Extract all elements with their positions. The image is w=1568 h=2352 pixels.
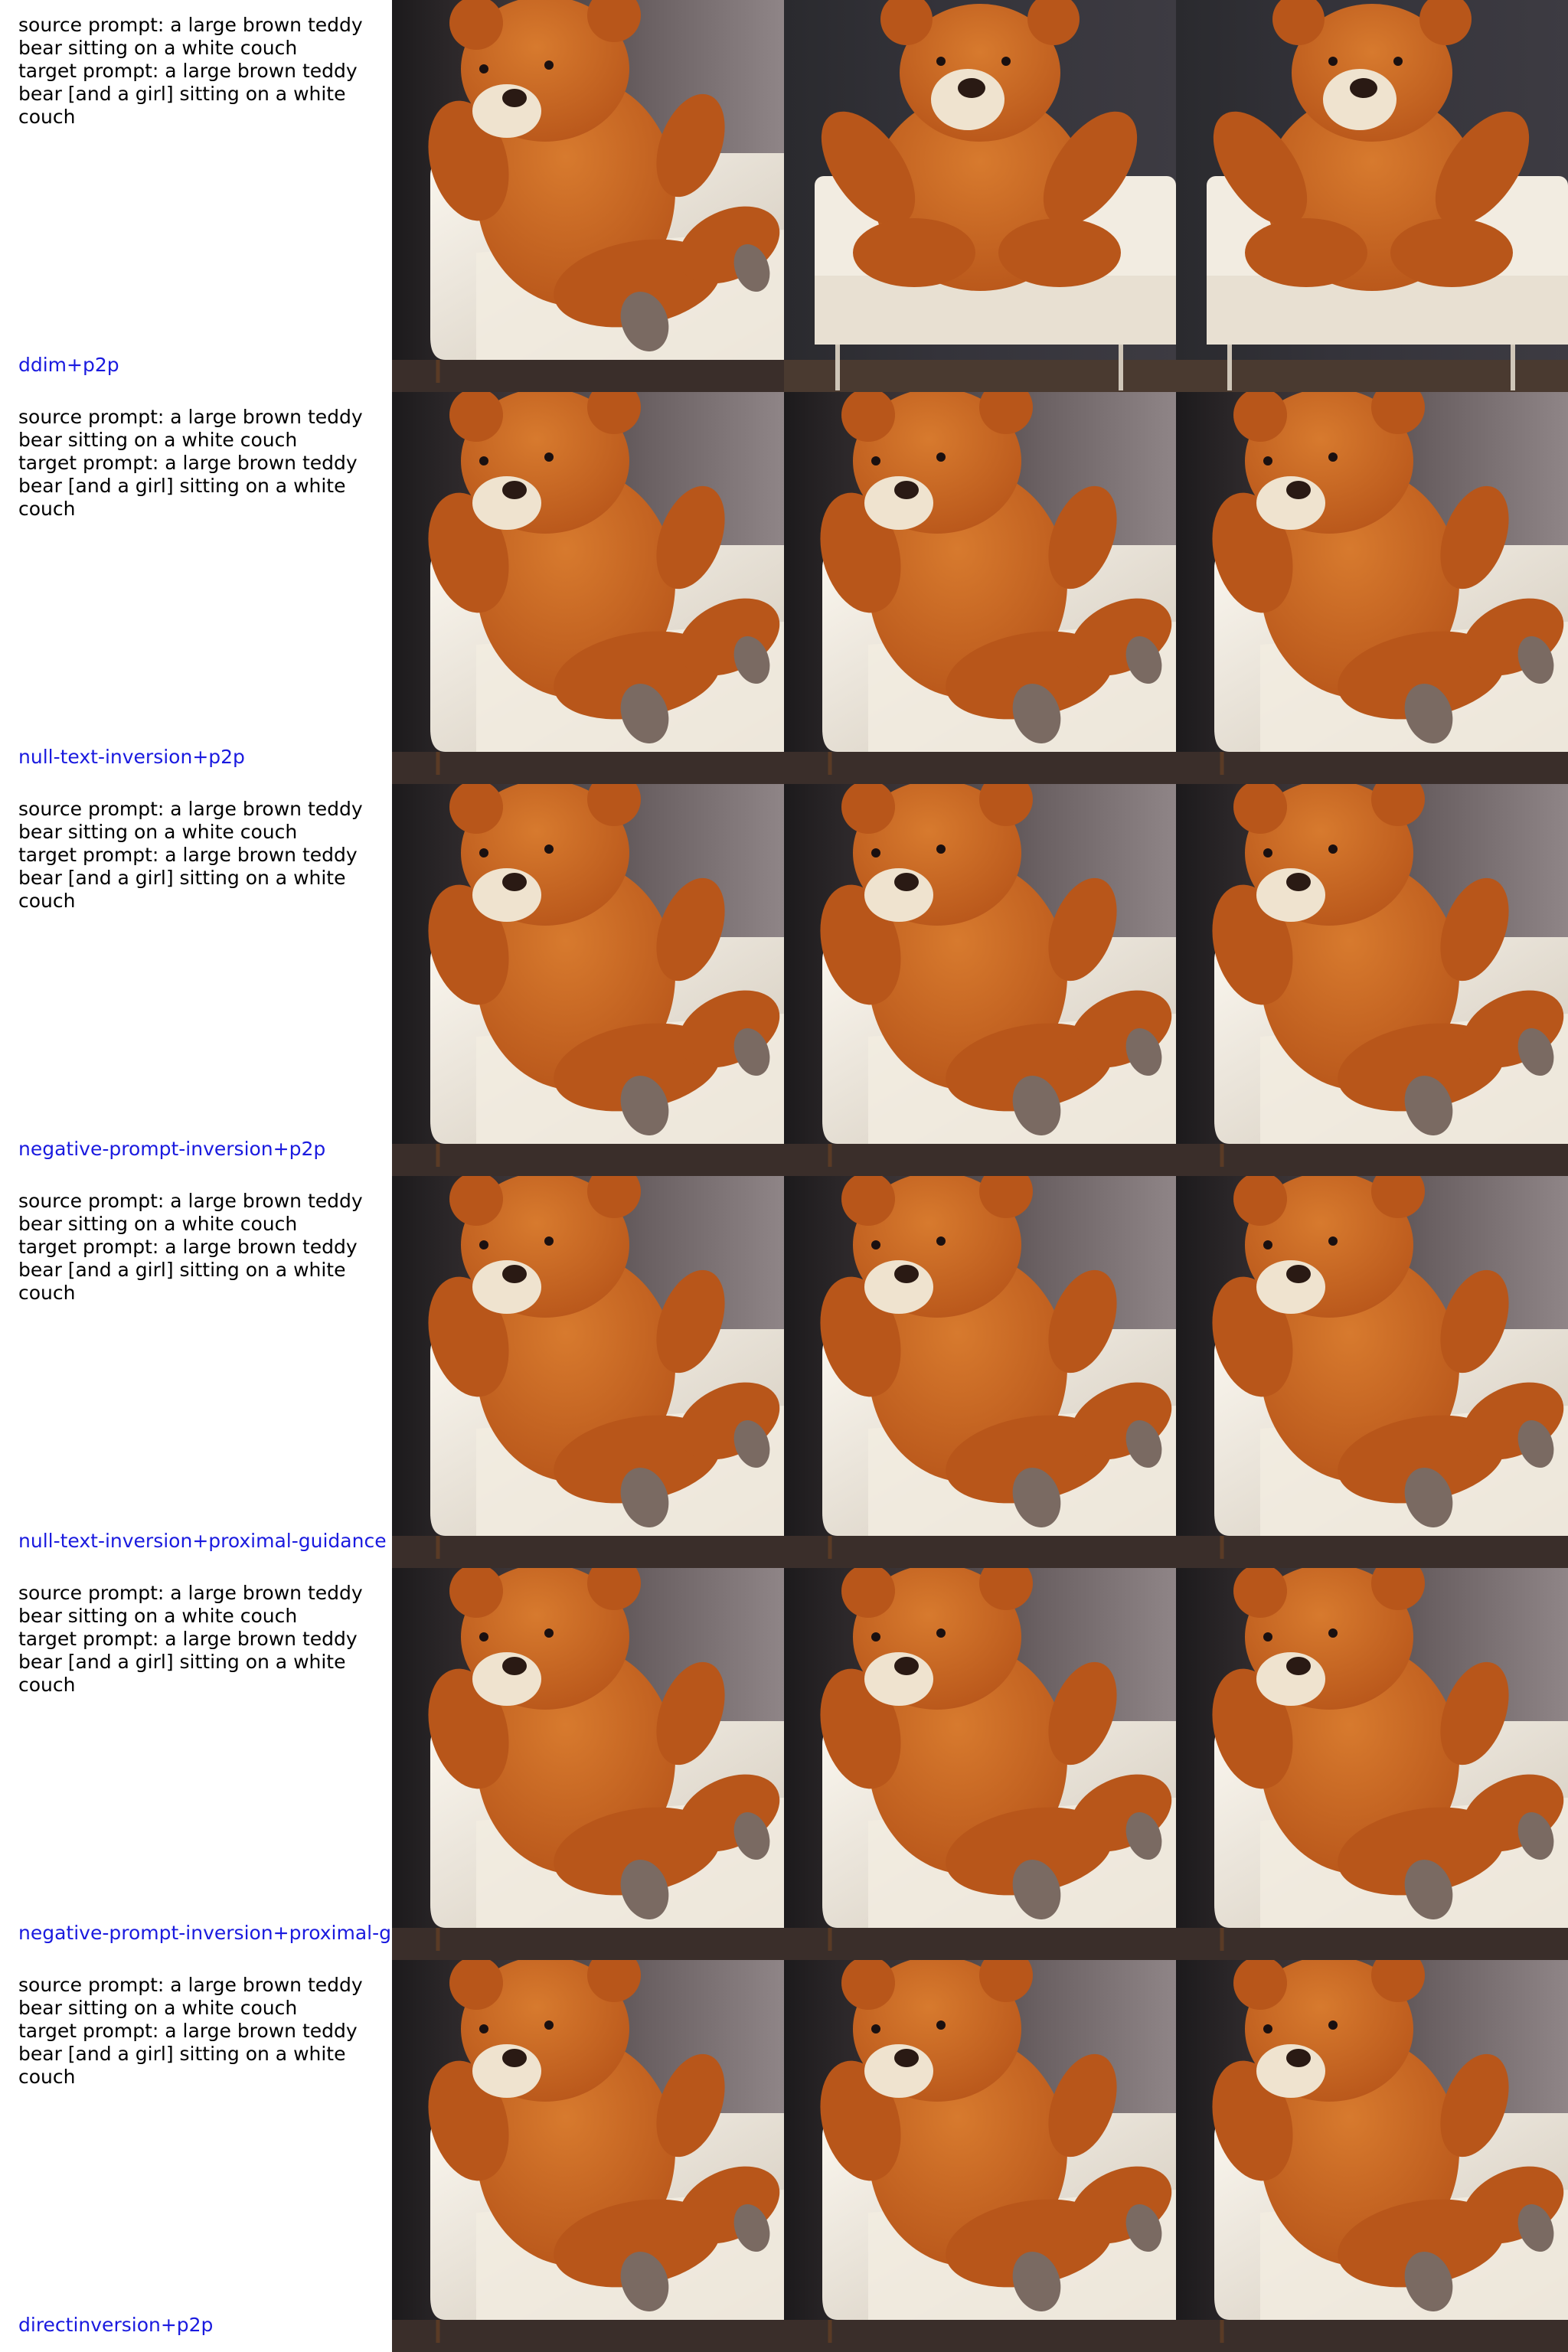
teddy-bear-on-couch-image	[784, 1960, 1176, 2352]
teddy-bear-on-couch-image	[392, 0, 784, 392]
teddy-bear-on-couch-image	[1176, 0, 1568, 392]
prompt-text: source prompt: a large brown teddy bear …	[18, 14, 363, 128]
row-label-cell: source prompt: a large brown teddy bear …	[0, 1568, 392, 1960]
prompt-text: source prompt: a large brown teddy bear …	[18, 1190, 363, 1304]
teddy-bear-on-couch-image	[392, 392, 784, 784]
row-label-cell: source prompt: a large brown teddy bear …	[0, 0, 392, 392]
comparison-grid: source prompt: a large brown teddy bear …	[0, 0, 1568, 2352]
teddy-bear-on-couch-image	[1176, 784, 1568, 1176]
teddy-bear-on-couch-image	[784, 392, 1176, 784]
row-label-cell: source prompt: a large brown teddy bear …	[0, 1960, 392, 2352]
teddy-bear-on-couch-image	[1176, 1568, 1568, 1960]
teddy-bear-on-couch-image	[1176, 1960, 1568, 2352]
row-label-cell: source prompt: a large brown teddy bear …	[0, 1176, 392, 1568]
method-label: ddim+p2p	[18, 354, 119, 376]
method-label: directinversion+p2p	[18, 2314, 214, 2336]
teddy-bear-on-couch-image	[392, 784, 784, 1176]
teddy-bear-on-couch-image	[784, 784, 1176, 1176]
row-label-cell: source prompt: a large brown teddy bear …	[0, 392, 392, 784]
method-label: null-text-inversion+proximal-guidance	[18, 1530, 387, 1552]
prompt-text: source prompt: a large brown teddy bear …	[18, 798, 363, 912]
teddy-bear-on-couch-image	[392, 1960, 784, 2352]
teddy-bear-on-couch-image	[1176, 1176, 1568, 1568]
teddy-bear-on-couch-image	[392, 1568, 784, 1960]
teddy-bear-on-couch-image	[392, 1176, 784, 1568]
method-label: negative-prompt-inversion+proximal-g	[18, 1922, 391, 1944]
teddy-bear-on-couch-image	[784, 1568, 1176, 1960]
teddy-bear-on-couch-image	[784, 0, 1176, 392]
prompt-text: source prompt: a large brown teddy bear …	[18, 1974, 363, 2088]
teddy-bear-on-couch-image	[784, 1176, 1176, 1568]
prompt-text: source prompt: a large brown teddy bear …	[18, 406, 363, 520]
method-label: negative-prompt-inversion+p2p	[18, 1138, 326, 1160]
row-label-cell: source prompt: a large brown teddy bear …	[0, 784, 392, 1176]
method-label: null-text-inversion+p2p	[18, 746, 245, 768]
teddy-bear-on-couch-image	[1176, 392, 1568, 784]
prompt-text: source prompt: a large brown teddy bear …	[18, 1582, 363, 1696]
